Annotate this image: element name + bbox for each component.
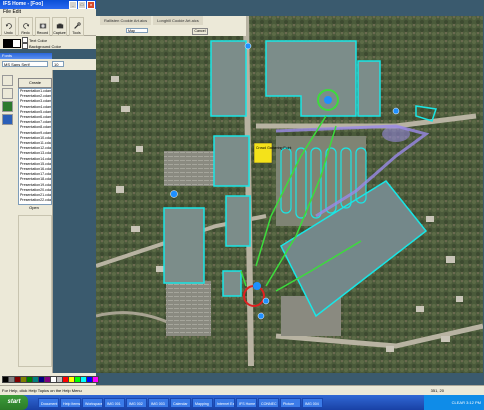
undo-button[interactable]: Undo	[1, 17, 16, 36]
building-overlay[interactable]	[357, 60, 381, 117]
taskbar-item[interactable]: IMG 003	[148, 397, 169, 408]
gathering-point-icon[interactable]	[324, 96, 332, 104]
poi-icon[interactable]	[244, 42, 252, 50]
taskbar-item[interactable]: Workspace	[82, 397, 103, 408]
background-color-swatch[interactable]	[12, 39, 21, 48]
map-toolbar: Map Cancel	[96, 25, 246, 36]
file-list-item[interactable]: Presentation8.cdaml.xml	[19, 125, 51, 130]
redo-icon	[22, 23, 29, 29]
file-list-item[interactable]: Presentation3.cdaml.xml	[19, 99, 51, 104]
undo-icon	[5, 23, 12, 29]
palette-swatch[interactable]	[92, 376, 99, 383]
font-name-select[interactable]: MS Sans Serif	[2, 61, 48, 67]
building-overlay[interactable]	[225, 195, 251, 247]
font-row: MS Sans Serif 10	[0, 59, 96, 70]
file-list-item[interactable]: Presentation18.cdaml.xml	[19, 177, 51, 182]
status-help-text: For Help, click Help Topics on the Help …	[2, 388, 82, 393]
poi-icon[interactable]	[170, 190, 178, 198]
file-list-item[interactable]: Presentation22.cdaml.xml	[19, 198, 51, 203]
map-tab-2[interactable]: Longhill Cookie Art.aics	[153, 16, 203, 25]
minimize-icon[interactable]: _	[69, 1, 77, 9]
poi-icon[interactable]	[257, 312, 265, 320]
record-icon	[39, 23, 46, 29]
create-button[interactable]: Create	[18, 78, 52, 88]
font-size-select[interactable]: 10	[52, 61, 64, 67]
parking-lot	[164, 151, 219, 186]
parking-lot	[166, 281, 211, 336]
map-cancel-button[interactable]: Cancel	[192, 28, 208, 35]
aerial-map[interactable]: Crowd Gathering Point	[96, 16, 483, 373]
taskbar-item[interactable]: Picture	[280, 397, 301, 408]
redo-button[interactable]: Redo	[18, 17, 33, 36]
window-title-bar[interactable]: IFS Home - [Foo] _ □ ×	[0, 0, 96, 9]
record-button[interactable]: Record	[35, 17, 50, 36]
poi-icon[interactable]	[392, 107, 400, 115]
system-tray: CLEAR 3:12 PM	[424, 395, 484, 410]
roundabout-overlay	[382, 126, 410, 142]
menu-bar[interactable]: File Edit	[0, 9, 96, 16]
wrench-icon	[73, 22, 81, 29]
color-options: Text Color Background Color	[0, 36, 96, 49]
taskbar-item[interactable]: Mapping	[192, 397, 213, 408]
taskbar-item[interactable]: CONNEC	[258, 397, 279, 408]
arrow-tool-icon[interactable]	[2, 75, 13, 86]
pen-tool-icon[interactable]	[2, 88, 13, 99]
tools-button[interactable]: Tools	[69, 17, 84, 36]
taskbar-item[interactable]: Calendar	[170, 397, 191, 408]
building-overlay[interactable]	[210, 40, 247, 117]
taskbar: start Document Help Items Workspace IMG 001…	[0, 395, 484, 410]
poi-icon[interactable]	[262, 297, 270, 305]
maximize-icon[interactable]: □	[78, 1, 86, 9]
sticky-note-text: Crowd Gathering Point	[256, 146, 291, 150]
taskbar-item[interactable]: Internet Ex	[214, 397, 235, 408]
clock: CLEAR 3:12 PM	[451, 400, 481, 405]
status-bar: For Help, click Help Topics on the Help …	[0, 385, 484, 395]
main-toolbar: Undo Redo Record Capture Tools	[0, 16, 96, 36]
color-palette[interactable]	[0, 373, 99, 385]
taskbar-item[interactable]: IFS Home	[236, 397, 257, 408]
file-list[interactable]: Presentation1.cdaml.xmlPresentation2.cda…	[18, 88, 52, 205]
text-color-swatch[interactable]	[3, 39, 12, 48]
building-overlay[interactable]	[163, 207, 205, 284]
map-view-select[interactable]: Map	[126, 28, 148, 33]
taskbar-item[interactable]: IMG 001	[104, 397, 125, 408]
taskbar-item[interactable]: IMG 002	[126, 397, 147, 408]
open-button[interactable]: Open	[18, 204, 50, 212]
capture-button[interactable]: Capture	[52, 17, 67, 36]
background-color-checkbox[interactable]: Background Color	[22, 43, 61, 49]
start-button[interactable]: start	[0, 395, 28, 410]
taskbar-item[interactable]: IMG 004	[302, 397, 323, 408]
taskbar-item[interactable]: Help Items	[60, 397, 81, 408]
tool-strip	[1, 74, 14, 127]
close-icon[interactable]: ×	[87, 1, 95, 9]
building-overlay[interactable]	[213, 135, 250, 187]
menu-items[interactable]: File Edit	[3, 9, 21, 15]
window-title: IFS Home - [Foo]	[3, 1, 43, 7]
capture-icon	[56, 23, 63, 29]
incident-icon[interactable]	[253, 282, 261, 290]
map-tab-1[interactable]: Rallisten Cookie Art.aics	[100, 16, 152, 25]
presentation-panel: Create Presentation1.cdaml.xmlPresentati…	[0, 70, 53, 373]
preview-area	[18, 215, 52, 367]
taskbar-item[interactable]: Document	[38, 397, 59, 408]
taskbar-items: Document Help Items Workspace IMG 001 IMG 00…	[38, 397, 323, 408]
shape-tool-icon[interactable]	[2, 114, 13, 125]
file-list-item[interactable]: Presentation13.cdaml.xml	[19, 151, 51, 156]
map-tool-icon[interactable]	[2, 101, 13, 112]
building-overlay[interactable]	[222, 270, 242, 297]
